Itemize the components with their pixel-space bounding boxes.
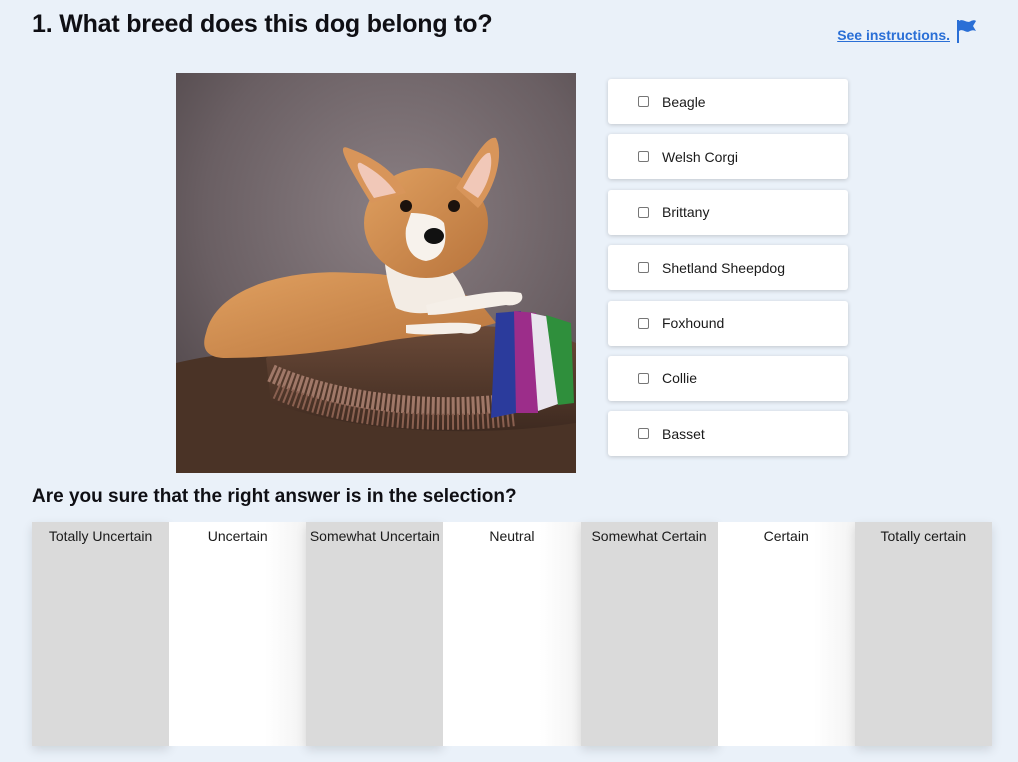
scale-neutral[interactable]: Neutral bbox=[443, 522, 581, 746]
option-basset[interactable]: Basset bbox=[608, 411, 848, 457]
flag-icon[interactable] bbox=[954, 18, 978, 44]
certainty-question: Are you sure that the right answer is in… bbox=[32, 486, 517, 507]
option-foxhound[interactable]: Foxhound bbox=[608, 300, 848, 346]
option-welsh-corgi[interactable]: Welsh Corgi bbox=[608, 134, 848, 180]
dog-photo bbox=[176, 73, 576, 473]
option-shetland-sheepdog[interactable]: Shetland Sheepdog bbox=[608, 245, 848, 291]
checkbox[interactable] bbox=[638, 262, 649, 274]
scale-totally-uncertain[interactable]: Totally Uncertain bbox=[32, 522, 170, 746]
option-brittany[interactable]: Brittany bbox=[608, 189, 848, 235]
certainty-scale: Totally Uncertain Uncertain Somewhat Unc… bbox=[32, 522, 992, 746]
scale-somewhat-certain[interactable]: Somewhat Certain bbox=[580, 522, 718, 746]
checkbox[interactable] bbox=[638, 428, 649, 440]
scale-uncertain[interactable]: Uncertain bbox=[169, 522, 307, 746]
option-label: Welsh Corgi bbox=[662, 148, 738, 165]
instructions: See instructions. bbox=[837, 18, 978, 44]
scale-certain[interactable]: Certain bbox=[717, 522, 855, 746]
option-label: Basset bbox=[662, 425, 705, 442]
scale-totally-certain[interactable]: Totally certain bbox=[854, 522, 992, 746]
option-label: Brittany bbox=[662, 204, 710, 221]
option-label: Shetland Sheepdog bbox=[662, 259, 785, 276]
option-label: Beagle bbox=[662, 93, 706, 110]
checkbox[interactable] bbox=[638, 151, 649, 163]
option-label: Collie bbox=[662, 370, 698, 387]
checkbox[interactable] bbox=[638, 372, 649, 384]
checkbox[interactable] bbox=[638, 96, 649, 107]
checkbox[interactable] bbox=[638, 206, 649, 218]
option-collie[interactable]: Collie bbox=[608, 355, 848, 401]
option-label: Foxhound bbox=[662, 315, 725, 332]
breed-options: Beagle Welsh Corgi Brittany Shetland She… bbox=[608, 79, 848, 467]
option-beagle[interactable]: Beagle bbox=[608, 79, 848, 124]
checkbox[interactable] bbox=[638, 317, 649, 329]
question-title: 1. What breed does this dog belong to? bbox=[32, 10, 493, 38]
scale-somewhat-uncertain[interactable]: Somewhat Uncertain bbox=[306, 522, 444, 746]
see-instructions-link[interactable]: See instructions. bbox=[837, 27, 950, 43]
